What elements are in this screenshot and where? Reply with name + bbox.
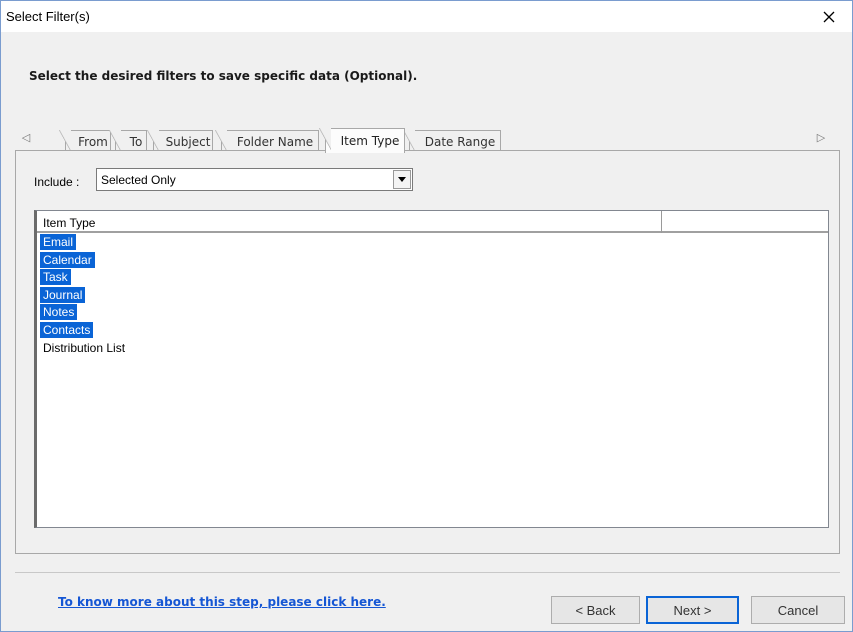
chevron-down-icon [398,177,406,182]
item-type-panel: Include : Selected Only Item Type Email … [15,150,840,554]
window-title: Select Filter(s) [6,9,90,24]
tab-label: To [129,134,143,149]
tab-scroll-left-icon[interactable]: ◁ [19,130,33,146]
tab-label: From [78,134,108,149]
tab-label: Subject [165,134,211,149]
tab-to[interactable]: To [109,130,147,152]
list-item-label: Task [40,269,71,286]
include-selected-value: Selected Only [101,172,176,187]
tab-scroll-right-icon[interactable]: ▷ [814,130,828,146]
list-item[interactable]: Email [37,234,828,252]
footer-divider [15,572,840,573]
list-item[interactable]: Calendar [37,251,828,270]
list-item-label: Contacts [40,321,94,338]
close-button[interactable] [806,1,852,32]
list-rows: Email Calendar Task Journal Notes Contac… [37,233,828,357]
include-dropdown[interactable]: Selected Only [96,168,413,191]
dropdown-button[interactable] [393,170,411,189]
item-type-list[interactable]: Item Type Email Calendar Task Journal No… [34,210,829,528]
list-header: Item Type [37,211,828,233]
list-item-label: Distribution List [43,340,126,355]
list-item-label: Notes [40,304,78,321]
tab-label: Item Type [340,134,400,148]
instruction-text: Select the desired filters to save speci… [29,69,418,83]
list-item-label: Email [40,234,77,250]
include-label: Include : [34,175,80,189]
column-header-item-type[interactable]: Item Type [37,211,662,233]
select-filters-dialog: Select Filter(s) Select the desired filt… [0,0,853,632]
tab-label: Date Range [424,134,496,149]
tab-label: Folder Name [236,134,314,149]
cancel-button[interactable]: Cancel [751,596,845,624]
header-area: Select the desired filters to save speci… [1,32,852,127]
tab-subject[interactable]: Subject [147,130,213,152]
tab-folder-name[interactable]: Folder Name [215,130,319,152]
next-button[interactable]: Next > [646,596,739,624]
list-item[interactable]: Task [37,269,828,287]
list-item-label: Journal [40,286,86,303]
title-bar: Select Filter(s) [1,1,852,32]
list-item[interactable]: Journal [37,286,828,305]
list-item[interactable]: Contacts [37,321,828,340]
close-icon [823,11,835,22]
tab-item-type[interactable]: Item Type [319,128,405,153]
tab-from[interactable]: From [59,130,111,152]
tab-date-range[interactable]: Date Range [403,130,501,152]
back-button[interactable]: < Back [551,596,640,624]
tab-strip: ◁ From To Subject Folder Name Item Type … [15,127,840,153]
list-item[interactable]: Distribution List [37,340,828,358]
list-item[interactable]: Notes [37,304,828,322]
list-item-label: Calendar [40,251,95,268]
help-link[interactable]: To know more about this step, please cli… [58,595,386,609]
